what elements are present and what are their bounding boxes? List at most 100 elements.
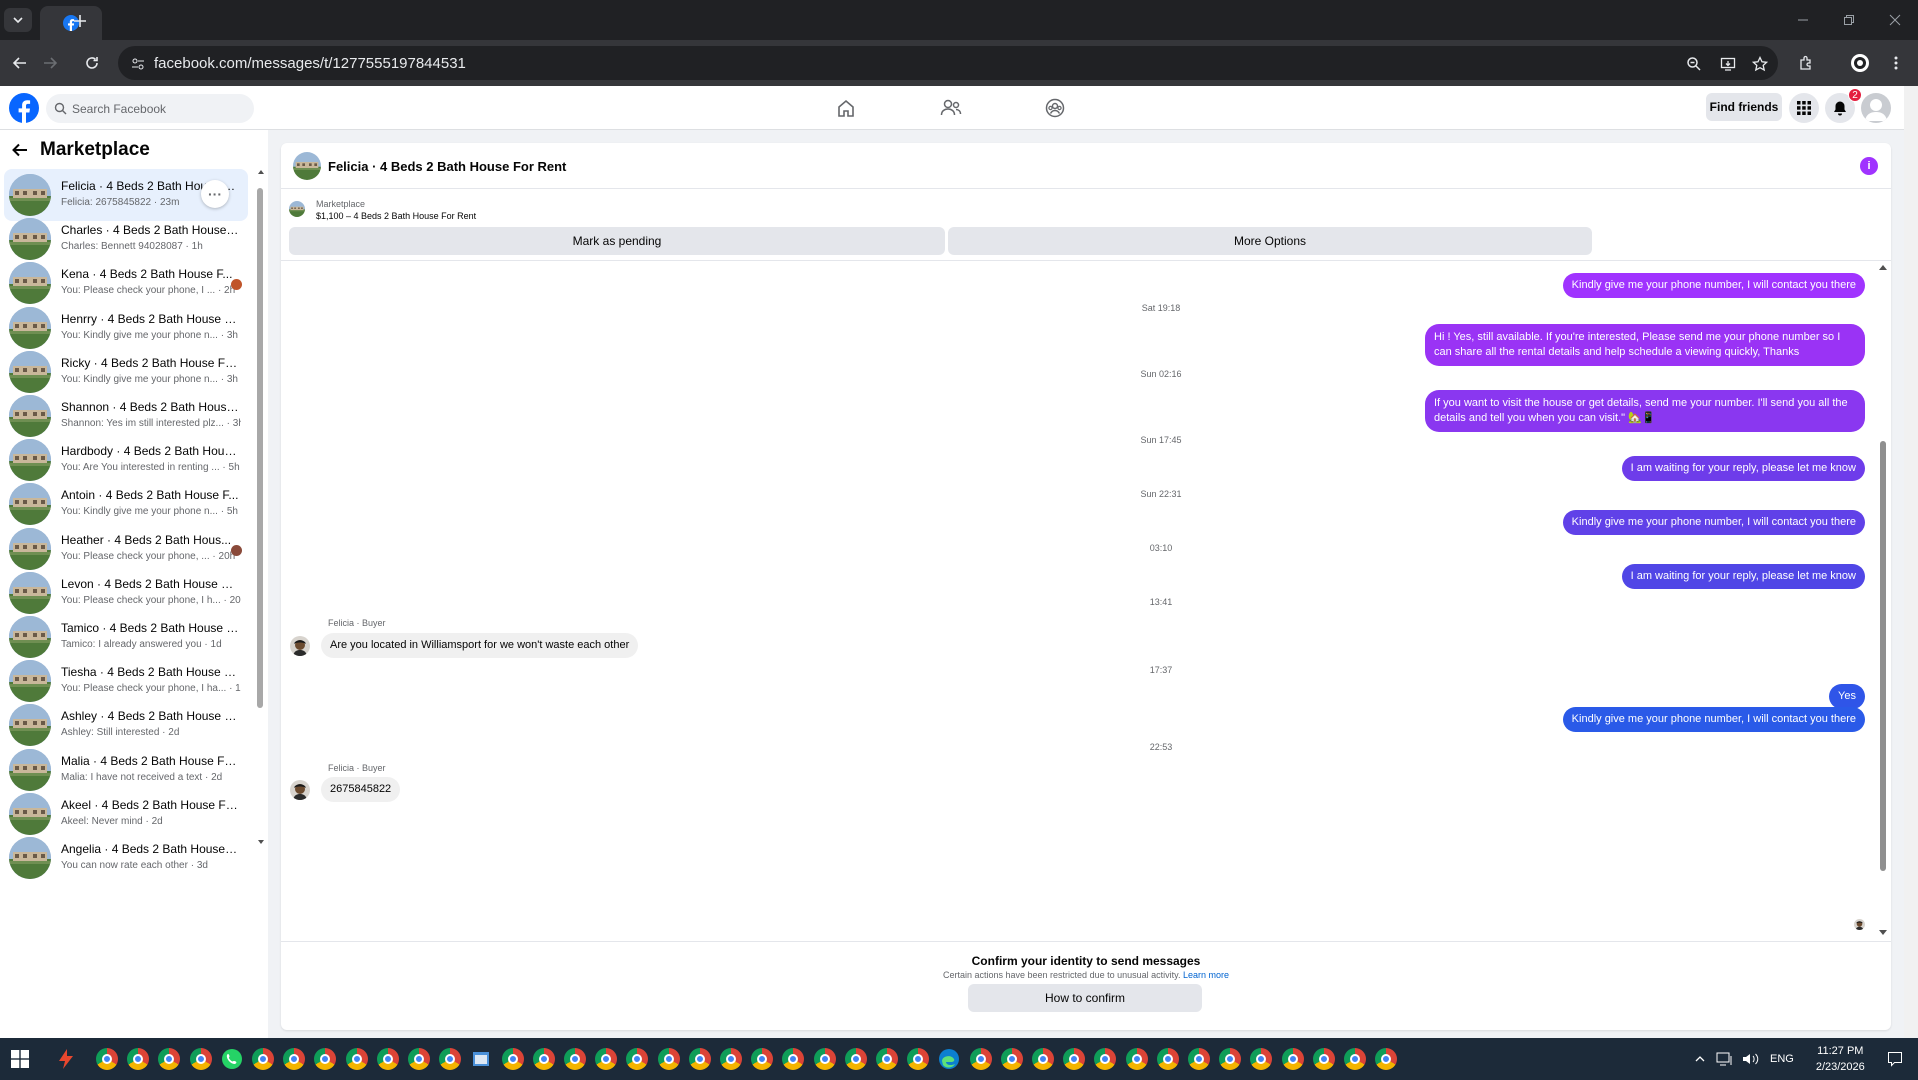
chrome-icon[interactable] <box>530 1045 558 1073</box>
profile-icon[interactable] <box>1848 51 1872 75</box>
minimize-button[interactable] <box>1780 0 1826 40</box>
reload-icon[interactable] <box>80 51 104 75</box>
address-bar[interactable]: facebook.com/messages/t/1277555197844531 <box>118 46 1778 80</box>
tray-chevron-icon[interactable] <box>1694 1053 1706 1065</box>
info-icon[interactable]: i <box>1860 157 1878 175</box>
mark-as-pending-button[interactable]: Mark as pending <box>289 227 945 255</box>
chat-scrollbar[interactable] <box>1878 261 1888 941</box>
chrome-icon[interactable] <box>1154 1045 1182 1073</box>
chrome-icon[interactable] <box>1029 1045 1057 1073</box>
forward-arrow-icon[interactable] <box>38 51 62 75</box>
browser-menu-icon[interactable] <box>1884 51 1908 75</box>
groups-icon[interactable] <box>1042 96 1068 120</box>
find-friends-button[interactable]: Find friends <box>1706 93 1782 121</box>
chrome-icon[interactable] <box>998 1045 1026 1073</box>
install-app-icon[interactable] <box>1718 54 1738 74</box>
search-facebook-input[interactable]: Search Facebook <box>46 94 254 123</box>
volume-icon[interactable] <box>1742 1052 1760 1066</box>
friends-icon[interactable] <box>938 96 964 120</box>
chrome-icon[interactable] <box>155 1045 183 1073</box>
chat-scroll-thumb[interactable] <box>1880 441 1886 871</box>
chrome-icon[interactable] <box>686 1045 714 1073</box>
chrome-icon[interactable] <box>1216 1045 1244 1073</box>
chrome-icon[interactable] <box>1123 1045 1151 1073</box>
chrome-icon[interactable] <box>811 1045 839 1073</box>
close-window-button[interactable] <box>1872 0 1918 40</box>
chrome-icon[interactable] <box>592 1045 620 1073</box>
chrome-icon[interactable] <box>873 1045 901 1073</box>
outgoing-message[interactable]: Kindly give me your phone number, I will… <box>1562 273 1865 298</box>
outgoing-message[interactable]: Hi ! Yes, still available. If you're int… <box>1425 324 1865 366</box>
chrome-icon[interactable] <box>1247 1045 1275 1073</box>
conversation-item[interactable]: Angelia · 4 Beds 2 Bath House F... You ca… <box>4 832 248 884</box>
chrome-icon[interactable] <box>93 1045 121 1073</box>
chrome-icon[interactable] <box>124 1045 152 1073</box>
chrome-icon[interactable] <box>1372 1045 1400 1073</box>
site-settings-icon[interactable] <box>128 54 148 74</box>
outgoing-message[interactable]: If you want to visit the house or get de… <box>1425 390 1865 432</box>
facebook-logo-icon[interactable] <box>9 93 39 123</box>
incoming-message[interactable]: Are you located in Williamsport for we w… <box>321 633 639 658</box>
chrome-icon[interactable] <box>967 1045 995 1073</box>
menu-grid-icon[interactable] <box>1789 93 1819 123</box>
chrome-icon[interactable] <box>249 1045 277 1073</box>
outgoing-message[interactable]: I am waiting for your reply, please let … <box>1621 564 1865 589</box>
chrome-icon[interactable] <box>904 1045 932 1073</box>
chrome-icon[interactable] <box>655 1045 683 1073</box>
restore-button[interactable] <box>1826 0 1872 40</box>
tab-search-button[interactable] <box>4 8 32 32</box>
chrome-icon[interactable] <box>1279 1045 1307 1073</box>
edge-icon[interactable] <box>935 1045 963 1073</box>
clock[interactable]: 11:27 PM 2/23/2026 <box>1816 1043 1865 1075</box>
chrome-icon[interactable] <box>343 1045 371 1073</box>
chrome-icon[interactable] <box>748 1045 776 1073</box>
chrome-icon[interactable] <box>187 1045 215 1073</box>
conversation-more-icon[interactable]: ··· <box>201 180 229 208</box>
chrome-icon[interactable] <box>374 1045 402 1073</box>
chrome-icon[interactable] <box>561 1045 589 1073</box>
windows-start-icon[interactable] <box>6 1045 34 1073</box>
chrome-icon[interactable] <box>436 1045 464 1073</box>
chrome-icon[interactable] <box>779 1045 807 1073</box>
bookmark-star-icon[interactable] <box>1750 54 1770 74</box>
chrome-icon[interactable] <box>842 1045 870 1073</box>
new-tab-button[interactable] <box>68 10 92 32</box>
chrome-icon[interactable] <box>280 1045 308 1073</box>
url-text[interactable]: facebook.com/messages/t/1277555197844531 <box>154 55 466 72</box>
chat-title[interactable]: Felicia · 4 Beds 2 Bath House For Rent <box>328 159 566 174</box>
chrome-icon[interactable] <box>1341 1045 1369 1073</box>
buyer-avatar[interactable] <box>290 780 310 800</box>
listing-small-thumbnail[interactable] <box>289 201 305 217</box>
network-icon[interactable] <box>1716 1052 1734 1066</box>
buyer-avatar[interactable] <box>290 636 310 656</box>
app-lightning-icon[interactable] <box>52 1045 80 1073</box>
account-avatar[interactable] <box>1861 93 1891 123</box>
sidebar-scroll-thumb[interactable] <box>257 188 263 708</box>
more-options-button[interactable]: More Options <box>948 227 1592 255</box>
app-window-icon[interactable] <box>467 1045 495 1073</box>
chrome-icon[interactable] <box>623 1045 651 1073</box>
chrome-icon[interactable] <box>1060 1045 1088 1073</box>
action-center-icon[interactable] <box>1887 1051 1903 1067</box>
whatsapp-icon[interactable] <box>218 1045 246 1073</box>
chrome-icon[interactable] <box>311 1045 339 1073</box>
incoming-message[interactable]: 2675845822 <box>321 777 401 802</box>
extensions-icon[interactable] <box>1794 51 1818 75</box>
listing-detail[interactable]: $1,100 – 4 Beds 2 Bath House For Rent <box>316 211 476 221</box>
chrome-icon[interactable] <box>1310 1045 1338 1073</box>
page-scrollbar[interactable] <box>1904 86 1918 1038</box>
how-to-confirm-button[interactable]: How to confirm <box>968 984 1202 1012</box>
outgoing-message[interactable]: Yes <box>1829 684 1865 709</box>
back-arrow-icon[interactable] <box>8 51 32 75</box>
listing-thumbnail[interactable] <box>293 152 321 180</box>
outgoing-message[interactable]: Kindly give me your phone number, I will… <box>1562 510 1865 535</box>
learn-more-link[interactable]: Learn more <box>1183 970 1229 980</box>
language-indicator[interactable]: ENG <box>1770 1053 1794 1065</box>
chrome-icon[interactable] <box>1185 1045 1213 1073</box>
home-icon[interactable] <box>833 96 859 120</box>
outgoing-message[interactable]: Kindly give me your phone number, I will… <box>1562 707 1865 732</box>
chrome-icon[interactable] <box>717 1045 745 1073</box>
chrome-icon[interactable] <box>1091 1045 1119 1073</box>
chrome-icon[interactable] <box>405 1045 433 1073</box>
sidebar-scrollbar[interactable] <box>257 168 265 848</box>
